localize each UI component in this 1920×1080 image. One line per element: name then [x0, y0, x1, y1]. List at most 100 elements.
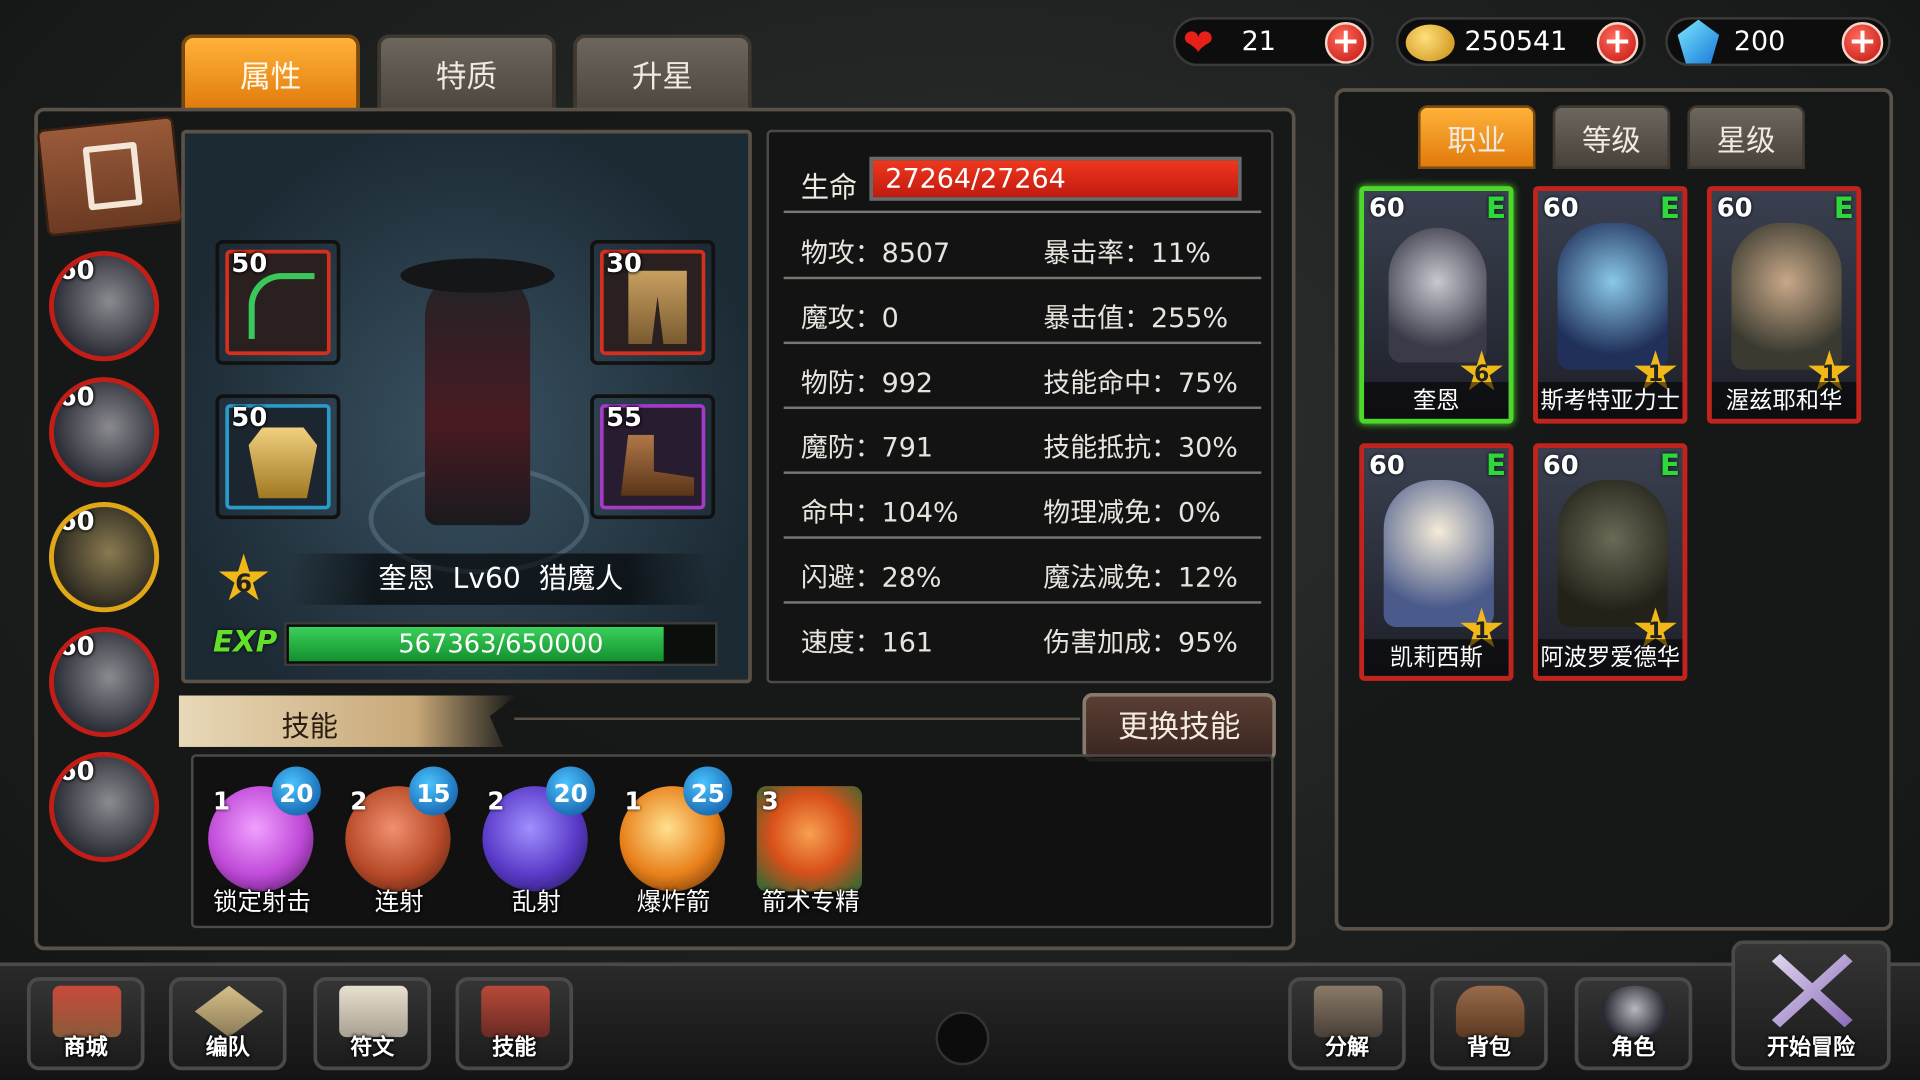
- hero-card-apollo[interactable]: 60 E 1 阿波罗爱德华: [1533, 443, 1688, 681]
- gold-counter: 250541 +: [1395, 17, 1646, 67]
- hero-hat: [400, 258, 555, 293]
- equip-level: 50: [231, 248, 268, 278]
- exp-label: EXP: [213, 624, 278, 659]
- card-name: 斯考特亚力士: [1537, 382, 1683, 419]
- hero-portrait: [1557, 480, 1668, 627]
- hero-portrait: [1388, 227, 1487, 363]
- card-grade: E: [1833, 191, 1854, 226]
- equip-slot-boots[interactable]: 55: [590, 394, 716, 520]
- add-gems-button[interactable]: +: [1841, 22, 1884, 64]
- skill-level: 2: [487, 786, 505, 816]
- stat-row: 物攻：8507 暴击率：11%: [783, 214, 1262, 280]
- stat-right: 暴击率：11%: [1043, 238, 1211, 270]
- equip-slot-weapon[interactable]: 50: [215, 240, 341, 365]
- add-hearts-button[interactable]: +: [1324, 22, 1367, 64]
- heart-icon: ❤: [1182, 22, 1214, 65]
- skill-level: 1: [213, 786, 231, 816]
- card-name: 奎恩: [1364, 382, 1509, 419]
- nav-label: 技能: [492, 1034, 537, 1061]
- card-level: 60: [1542, 193, 1579, 223]
- hero-portrait: [1731, 222, 1842, 370]
- card-grade: E: [1486, 448, 1507, 483]
- hp-value: 27264/27264: [885, 164, 1066, 195]
- stat-row: 魔攻：0 暴击值：255%: [783, 279, 1262, 345]
- tab-attributes[interactable]: 属性: [181, 34, 361, 111]
- tab-traits[interactable]: 特质: [377, 34, 556, 111]
- nav-label: 角色: [1611, 1034, 1656, 1061]
- side-hero-3[interactable]: 60: [48, 502, 160, 613]
- nav-character[interactable]: 角色: [1574, 977, 1693, 1071]
- sort-tab-class[interactable]: 职业: [1417, 105, 1536, 169]
- skill-level: 2: [350, 786, 368, 816]
- side-hero-2[interactable]: 60: [48, 377, 160, 488]
- hero-card-kellysis[interactable]: 60 E 1 凯莉西斯: [1359, 443, 1514, 681]
- exit-button[interactable]: [36, 115, 185, 238]
- card-level: 60: [1542, 450, 1579, 481]
- card-grade: E: [1486, 191, 1507, 226]
- sort-tab-level[interactable]: 等级: [1552, 105, 1671, 169]
- skills-title: 技能: [281, 711, 338, 744]
- stat-left: 物攻：8507: [800, 238, 951, 270]
- stat-left: 速度：161: [800, 628, 934, 659]
- hero-card-scott[interactable]: 60 E 1 斯考特亚力士: [1533, 186, 1688, 424]
- skill-rapid-shot[interactable]: 2 15 连射: [338, 766, 460, 919]
- hero-figure: [424, 268, 531, 526]
- nav-skills[interactable]: 技能: [455, 977, 574, 1071]
- stat-row: 物防：992 技能命中：75%: [783, 344, 1262, 409]
- divider: [783, 210, 1262, 214]
- skill-name: 乱射: [511, 886, 561, 916]
- skill-name: 箭术专精: [761, 886, 860, 916]
- card-name: 阿波罗爱德华: [1537, 639, 1683, 676]
- side-hero-1[interactable]: 60: [48, 251, 160, 362]
- change-skill-button[interactable]: 更换技能: [1082, 693, 1276, 762]
- card-name: 凯莉西斯: [1364, 639, 1509, 676]
- equip-slot-pants[interactable]: 30: [590, 240, 716, 365]
- hero-portrait: [1383, 480, 1494, 627]
- nav-backpack[interactable]: 背包: [1430, 977, 1548, 1071]
- side-hero-5[interactable]: 60: [48, 751, 160, 863]
- equip-slot-armor[interactable]: 50: [215, 394, 341, 520]
- stat-row: 命中：104% 物理减免：0%: [783, 474, 1262, 539]
- skill-scatter-shot[interactable]: 2 20 乱射: [475, 766, 597, 919]
- tab-star-up[interactable]: 升星: [573, 34, 752, 111]
- hearts-counter: ❤ 21 +: [1173, 17, 1374, 67]
- hero-name-level-class: 奎恩 Lv60 猎魔人: [288, 553, 713, 605]
- nav-label: 背包: [1466, 1034, 1512, 1061]
- skill-level: 3: [761, 786, 779, 816]
- sort-tab-stars[interactable]: 星级: [1687, 105, 1805, 169]
- card-level: 60: [1368, 450, 1405, 481]
- hearts-value: 21: [1241, 26, 1276, 57]
- skill-explosive-arrow[interactable]: 1 25 爆炸箭: [612, 766, 734, 919]
- side-hero-level: 60: [58, 756, 95, 787]
- hp-bar: 27264/27264: [869, 156, 1242, 201]
- stat-row: 闪避：28% 魔法减免：12%: [783, 539, 1262, 604]
- nav-decompose[interactable]: 分解: [1288, 977, 1406, 1071]
- skill-lock-shot[interactable]: 1 20 锁定射击: [201, 766, 323, 919]
- start-adventure-button[interactable]: 开始冒险: [1731, 940, 1891, 1071]
- nav-shop[interactable]: 商城: [26, 977, 145, 1071]
- hero-card-quinn[interactable]: 60 E 6 奎恩: [1359, 186, 1514, 424]
- nav-label: 编队: [205, 1034, 250, 1061]
- stat-left: 物防：992: [800, 368, 934, 400]
- hero-card-woz[interactable]: 60 E 1 渥兹耶和华: [1706, 186, 1862, 424]
- nav-label: 符文: [350, 1034, 395, 1061]
- divider: [514, 717, 1081, 721]
- stat-right: 物理减免：0%: [1043, 498, 1221, 529]
- skill-name: 锁定射击: [213, 886, 312, 916]
- stat-right: 伤害加成：95%: [1043, 628, 1238, 659]
- side-hero-level: 60: [58, 382, 95, 412]
- hp-label: 生命: [800, 172, 858, 205]
- skill-archery-mastery[interactable]: 3 箭术专精: [749, 784, 871, 919]
- stat-row: 速度：161 伤害加成：95%: [784, 604, 1262, 669]
- nav-label: 商城: [63, 1034, 108, 1061]
- card-level: 60: [1716, 193, 1753, 223]
- stat-right: 技能抵抗：30%: [1043, 433, 1238, 465]
- add-gold-button[interactable]: +: [1596, 22, 1639, 64]
- nav-runes[interactable]: 符文: [313, 977, 432, 1071]
- side-hero-4[interactable]: 60: [48, 626, 160, 738]
- stat-left: 命中：104%: [800, 498, 959, 529]
- gold-coin-icon: [1405, 24, 1455, 62]
- nav-team[interactable]: 编队: [168, 977, 287, 1071]
- nav-label: 开始冒险: [1766, 1034, 1856, 1061]
- card-grade: E: [1659, 448, 1681, 483]
